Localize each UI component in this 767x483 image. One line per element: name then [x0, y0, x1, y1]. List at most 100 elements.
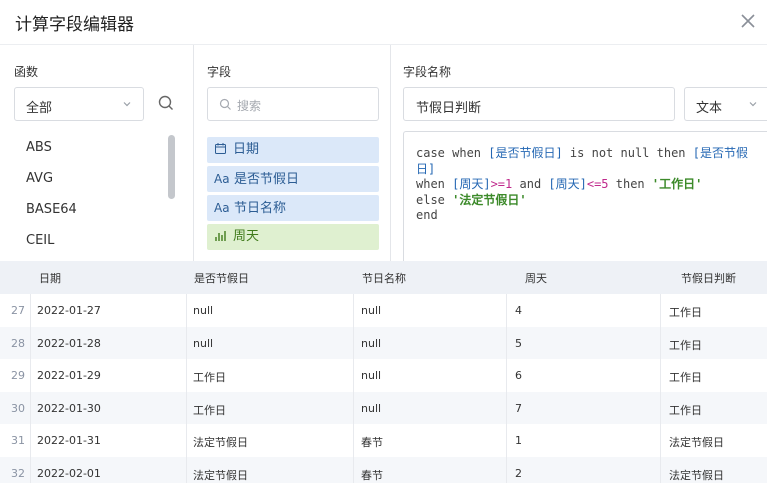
- panel-divider-1: [193, 45, 194, 261]
- table-cell: null: [193, 304, 214, 317]
- search-icon[interactable]: [157, 94, 175, 112]
- row-index: 27: [11, 304, 25, 317]
- table-cell: 工作日: [669, 306, 702, 319]
- code-token: end: [416, 208, 438, 222]
- column-separator: [353, 424, 354, 457]
- table-cell: 工作日: [193, 371, 226, 384]
- text-type-icon: Aa: [214, 201, 230, 215]
- field-type-select[interactable]: 文本: [684, 87, 767, 121]
- column-separator: [30, 326, 31, 359]
- function-item-base64[interactable]: BASE64: [14, 194, 184, 225]
- function-category-value: 全部: [26, 101, 53, 116]
- table-cell: 法定节假日: [193, 436, 248, 449]
- panel-divider-2: [390, 45, 391, 261]
- code-token: and: [512, 177, 549, 191]
- column-separator: [30, 456, 31, 483]
- column-separator: [30, 294, 31, 327]
- column-separator: [506, 294, 507, 327]
- table-cell: 5: [515, 336, 522, 350]
- table-cell: 2022-02-01: [37, 466, 101, 480]
- column-separator: [353, 326, 354, 359]
- table-header: 日期 是否节假日 节日名称 周天 节假日判断: [0, 261, 767, 294]
- code-token-field: 日]: [416, 161, 436, 176]
- field-item-weekday[interactable]: 周天: [207, 224, 379, 250]
- column-separator: [353, 391, 354, 424]
- column-header: 是否节假日: [194, 272, 249, 285]
- preview-table: 日期 是否节假日 节日名称 周天 节假日判断 27 2022-01-27 null n…: [0, 261, 767, 483]
- code-token-field: [周天]: [548, 177, 587, 191]
- table-cell: 1: [515, 434, 522, 447]
- code-token-num: 5: [601, 177, 609, 191]
- field-item-label: 周天: [233, 229, 260, 244]
- table-row: 27 2022-01-27 null null 4 工作日: [0, 294, 767, 327]
- function-category-select[interactable]: 全部: [14, 87, 144, 121]
- table-cell: 春节: [361, 436, 383, 449]
- date-icon: [215, 143, 226, 154]
- function-item-ceil[interactable]: CEIL: [14, 225, 184, 256]
- column-separator: [660, 359, 661, 392]
- field-item-holiday-name[interactable]: Aa 节日名称: [207, 195, 379, 221]
- search-icon: [219, 98, 231, 110]
- column-separator: [660, 391, 661, 424]
- field-item-is-holiday[interactable]: Aa 是否节假日: [207, 166, 379, 192]
- field-item-label: 节日名称: [234, 201, 287, 216]
- table-cell: 6: [515, 369, 522, 382]
- column-separator: [30, 391, 31, 424]
- code-token: when: [416, 177, 453, 191]
- code-token-field: [是否节假: [692, 146, 748, 160]
- column-separator: [353, 456, 354, 483]
- column-separator: [660, 424, 661, 457]
- chevron-down-icon: [749, 102, 757, 107]
- function-item-avg[interactable]: AVG: [14, 163, 184, 194]
- table-row: 32 2022-02-01 法定节假日 春节 2 法定节假日: [0, 456, 767, 483]
- table-cell: 工作日: [193, 403, 226, 417]
- code-token-string: '法定节假日': [452, 192, 527, 207]
- table-cell: null: [361, 401, 382, 415]
- table-cell: 2: [515, 466, 522, 480]
- table-row: 30 2022-01-30 工作日 null 7 工作日: [0, 391, 767, 424]
- text-type-icon: Aa: [214, 172, 230, 186]
- column-separator: [30, 359, 31, 392]
- column-separator: [506, 359, 507, 392]
- field-name-input[interactable]: 节假日判断: [403, 87, 675, 121]
- close-icon[interactable]: [737, 10, 759, 32]
- row-index: 30: [11, 401, 25, 415]
- field-name-label: 字段名称: [403, 65, 452, 79]
- dialog-title: 计算字段编辑器: [15, 15, 134, 35]
- table-cell: 2022-01-27: [37, 304, 101, 317]
- field-name-value: 节假日判断: [416, 101, 482, 116]
- column-separator: [186, 391, 187, 424]
- column-header: 周天: [525, 272, 547, 285]
- field-item-label: 是否节假日: [234, 172, 300, 187]
- field-item-label: 日期: [233, 142, 260, 157]
- column-header: 日期: [39, 272, 61, 285]
- table-cell: 7: [515, 401, 522, 415]
- function-item-abs[interactable]: ABS: [14, 132, 184, 163]
- title-bar: 计算字段编辑器: [0, 0, 767, 44]
- code-token: is not null then: [562, 146, 693, 160]
- column-separator: [186, 359, 187, 392]
- field-search-input[interactable]: 搜索: [207, 87, 379, 121]
- table-row: 31 2022-01-31 法定节假日 春节 1 法定节假日: [0, 424, 767, 457]
- table-row: 29 2022-01-29 工作日 null 6 工作日: [0, 359, 767, 392]
- table-cell: null: [193, 336, 214, 350]
- column-separator: [660, 456, 661, 483]
- row-index: 29: [11, 369, 25, 382]
- table-cell: 法定节假日: [669, 468, 724, 482]
- column-separator: [506, 326, 507, 359]
- table-cell: 2022-01-30: [37, 401, 101, 415]
- field-item-date[interactable]: 日期: [207, 137, 379, 163]
- column-separator: [186, 456, 187, 483]
- function-list-scrollbar[interactable]: [168, 135, 175, 199]
- table-cell: 4: [515, 304, 522, 317]
- formula-editor[interactable]: case when [是否节假日] is not null then [是否节假…: [403, 131, 767, 262]
- field-type-value: 文本: [696, 101, 723, 116]
- table-cell: 工作日: [669, 403, 702, 417]
- column-separator: [353, 294, 354, 327]
- column-separator: [186, 424, 187, 457]
- header-divider: [0, 44, 767, 45]
- table-cell: null: [361, 369, 382, 382]
- code-token: then: [608, 177, 652, 191]
- code-token-field: [周天]: [452, 177, 491, 191]
- code-token-field: [是否节假日]: [488, 146, 563, 160]
